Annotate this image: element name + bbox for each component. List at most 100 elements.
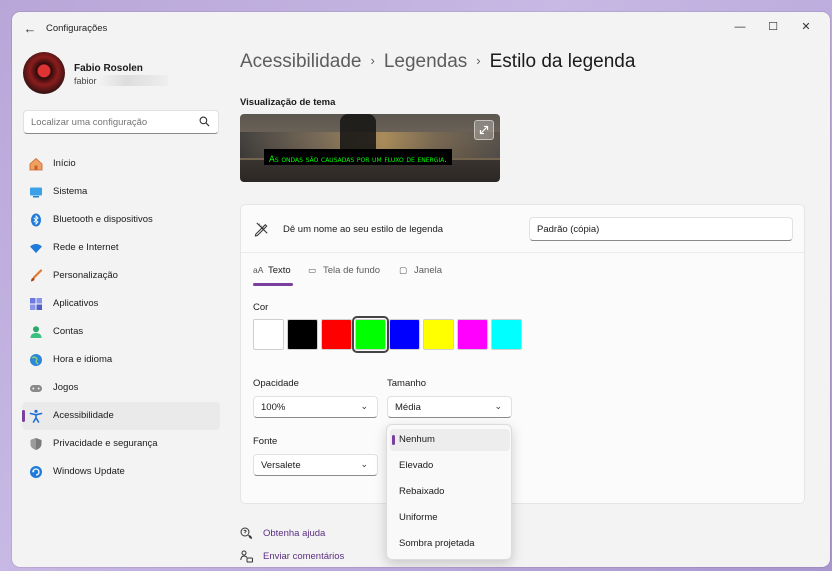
sidebar-item-aplicativos[interactable]: Aplicativos	[22, 290, 220, 318]
color-swatch[interactable]	[321, 319, 352, 350]
sidebar-item-inicio[interactable]: Início	[22, 150, 220, 178]
minimize-button[interactable]: —	[725, 16, 755, 38]
tab-texto[interactable]: aA Texto	[253, 261, 293, 287]
expand-icon[interactable]	[474, 120, 494, 140]
gamepad-icon	[30, 385, 42, 392]
sidebar-item-acessibilidade[interactable]: Acessibilidade	[22, 402, 220, 430]
text-size-icon: aA	[253, 265, 264, 275]
profile-email: fabior	[74, 76, 97, 86]
sidebar-item-label: Jogos	[53, 382, 79, 393]
menu-item-label: Sombra projetada	[399, 538, 475, 549]
sidebar-item-windows-update[interactable]: Windows Update	[22, 458, 220, 486]
color-swatch[interactable]	[352, 316, 389, 353]
account-icon	[30, 326, 42, 338]
brush-icon	[31, 269, 43, 282]
sidebar-item-personalizacao[interactable]: Personalização	[22, 262, 220, 290]
menu-item-rebaixado[interactable]: Rebaixado	[390, 481, 510, 503]
opacity-value: 100%	[261, 402, 286, 413]
maximize-button[interactable]: ☐	[758, 16, 788, 38]
apps-icon	[30, 298, 42, 310]
menu-item-nenhum[interactable]: Nenhum	[390, 429, 510, 451]
color-swatch[interactable]	[423, 319, 454, 350]
sidebar-item-contas[interactable]: Contas	[22, 318, 220, 346]
breadcrumb-item-acessibilidade[interactable]: Acessibilidade	[240, 51, 361, 72]
tab-label: Tela de fundo	[323, 265, 381, 276]
opacity-dropdown[interactable]: 100% ⌄	[253, 396, 378, 418]
menu-item-elevado[interactable]: Elevado	[390, 455, 510, 477]
text-effects-dropdown-menu: Nenhum Elevado Rebaixado Uniforme Sombra…	[386, 424, 512, 560]
sidebar-nav: Início Sistema Bluetooth e dispositivos …	[22, 150, 220, 486]
feedback-link[interactable]: Enviar comentários	[240, 550, 380, 566]
font-value: Versalete	[261, 460, 301, 471]
window-icon: ▢	[399, 265, 408, 275]
tab-tela-de-fundo[interactable]: ▭ Tela de fundo	[308, 261, 388, 287]
menu-item-uniforme[interactable]: Uniforme	[390, 507, 510, 529]
background-icon: ▭	[308, 265, 317, 275]
sidebar-item-label: Hora e idioma	[53, 354, 113, 365]
color-label: Cor	[253, 302, 269, 313]
accessibility-icon	[29, 409, 43, 423]
size-value: Média	[395, 402, 421, 413]
help-icon	[240, 527, 252, 539]
search-input[interactable]	[31, 111, 191, 133]
sidebar-item-label: Rede e Internet	[53, 242, 119, 253]
help-link[interactable]: Obtenha ajuda	[240, 527, 360, 543]
color-swatch[interactable]	[287, 319, 318, 350]
breadcrumb: Acessibilidade › Legendas › Estilo da legend…	[240, 51, 635, 73]
caption-preview: As ondas são causadas por um fluxo de en…	[240, 114, 500, 182]
feedback-icon	[240, 550, 253, 563]
sidebar-item-label: Personalização	[53, 270, 118, 281]
wifi-icon	[30, 244, 42, 253]
sidebar-item-label: Privacidade e segurança	[53, 438, 158, 449]
feedback-link-label[interactable]: Enviar comentários	[263, 551, 344, 562]
caption-sample-text: As ondas são causadas por um fluxo de en…	[269, 155, 447, 165]
search-box[interactable]	[23, 110, 219, 134]
sidebar-item-rede[interactable]: Rede e Internet	[22, 234, 220, 262]
system-icon	[30, 187, 42, 198]
menu-item-label: Nenhum	[399, 434, 435, 445]
menu-item-label: Rebaixado	[399, 486, 445, 497]
color-swatch[interactable]	[457, 319, 488, 350]
menu-item-label: Uniforme	[399, 512, 438, 523]
shield-icon	[30, 438, 42, 450]
caption-sample-box: As ondas são causadas por um fluxo de en…	[264, 149, 452, 165]
tab-label: Texto	[268, 265, 291, 276]
color-swatch[interactable]	[491, 319, 522, 350]
sidebar-item-privacidade[interactable]: Privacidade e segurança	[22, 430, 220, 458]
back-arrow-icon[interactable]: ←	[22, 21, 38, 37]
update-icon	[30, 466, 42, 478]
breadcrumb-item-legendas[interactable]: Legendas	[384, 51, 467, 72]
search-icon[interactable]	[199, 116, 210, 127]
style-name-label: Dê um nome ao seu estilo de legenda	[283, 224, 444, 235]
home-icon	[29, 157, 43, 171]
sidebar-item-sistema[interactable]: Sistema	[22, 178, 220, 206]
style-name-row: Dê um nome ao seu estilo de legenda	[241, 205, 804, 253]
tab-label: Janela	[414, 265, 442, 276]
sidebar-item-label: Bluetooth e dispositivos	[53, 214, 153, 225]
menu-item-label: Elevado	[399, 460, 434, 471]
caption-style-card: Dê um nome ao seu estilo de legenda aA T…	[240, 204, 805, 504]
tab-janela[interactable]: ▢ Janela	[399, 261, 449, 287]
sidebar-item-label: Acessibilidade	[53, 410, 114, 421]
chevron-down-icon: ⌄	[360, 401, 368, 411]
style-name-field[interactable]	[529, 217, 793, 241]
chevron-down-icon: ⌄	[494, 401, 502, 411]
sidebar-item-hora-idioma[interactable]: Hora e idioma	[22, 346, 220, 374]
settings-window: ← Configurações — ☐ ✕ Fabio Rosolen fabi…	[12, 12, 830, 567]
avatar[interactable]	[23, 52, 65, 94]
opacity-label: Opacidade	[253, 378, 299, 389]
page-title: Estilo da legenda	[489, 51, 636, 72]
sidebar-item-jogos[interactable]: Jogos	[22, 374, 220, 402]
color-swatch[interactable]	[389, 319, 420, 350]
size-dropdown[interactable]: Média ⌄	[387, 396, 512, 418]
font-dropdown[interactable]: Versalete ⌄	[253, 454, 378, 476]
close-button[interactable]: ✕	[791, 16, 821, 38]
sidebar-item-bluetooth[interactable]: Bluetooth e dispositivos	[22, 206, 220, 234]
size-label: Tamanho	[387, 378, 427, 389]
menu-item-sombra-projetada[interactable]: Sombra projetada	[390, 533, 510, 555]
preview-title: Visualização de tema	[240, 97, 336, 108]
sidebar-item-label: Sistema	[53, 186, 88, 197]
help-link-label[interactable]: Obtenha ajuda	[263, 528, 325, 539]
bluetooth-icon	[31, 213, 41, 227]
color-swatch[interactable]	[253, 319, 284, 350]
